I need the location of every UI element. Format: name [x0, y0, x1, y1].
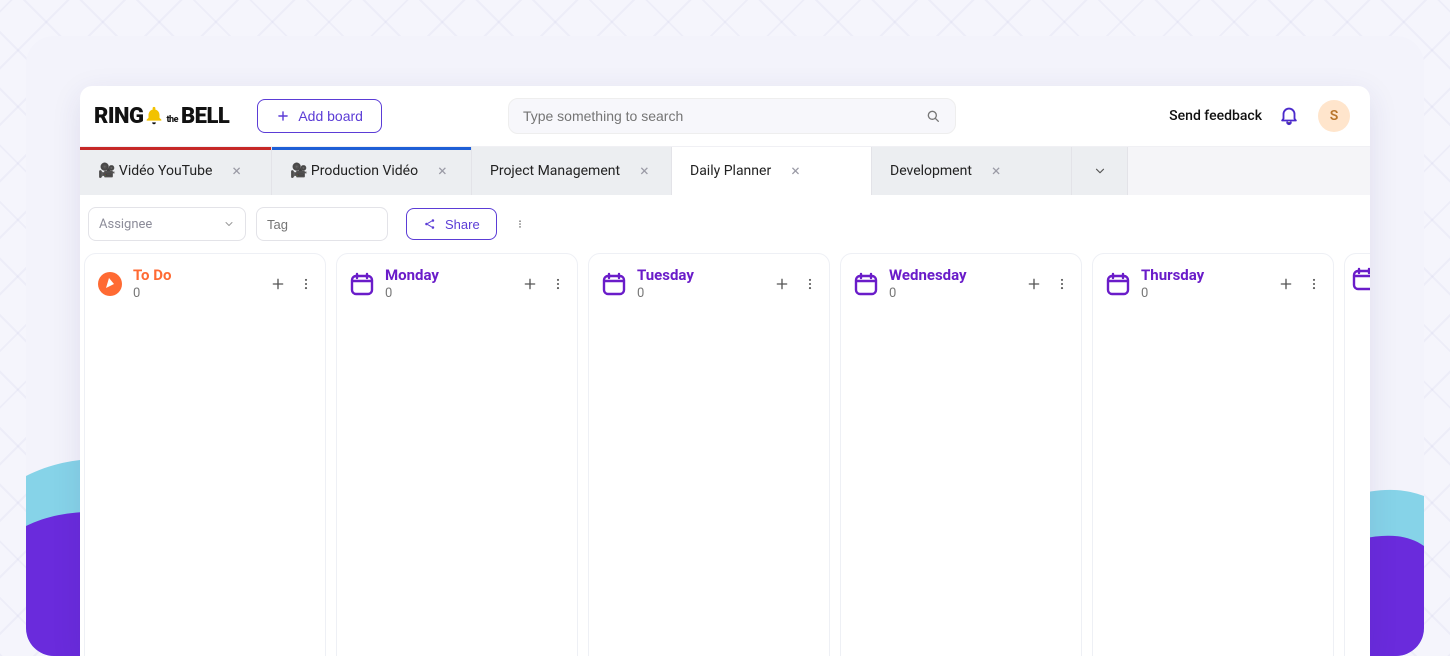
- calendar-icon: [349, 271, 375, 297]
- column-title: Monday: [385, 266, 511, 284]
- logo-text-pre: RING: [94, 104, 143, 129]
- tab-close-icon[interactable]: ×: [438, 163, 447, 179]
- send-feedback-link[interactable]: Send feedback: [1169, 108, 1262, 124]
- column-title: To Do: [133, 266, 259, 284]
- column-more-button[interactable]: [801, 275, 819, 293]
- tab-daily-planner[interactable]: Daily Planner ×: [672, 147, 872, 195]
- assignee-placeholder: Assignee: [99, 217, 152, 232]
- todo-icon: [97, 271, 123, 297]
- tab-development[interactable]: Development ×: [872, 147, 1072, 195]
- column-count: 0: [1141, 286, 1267, 301]
- notifications-button[interactable]: [1278, 104, 1302, 128]
- search-input-wrap[interactable]: [508, 98, 956, 134]
- column-add-button[interactable]: [269, 275, 287, 293]
- tag-input[interactable]: [256, 207, 388, 241]
- app-window: RING the BELL Add board Send feedback S: [80, 86, 1370, 656]
- column-header: To Do 0: [85, 254, 325, 311]
- column-header: Tuesday 0: [589, 254, 829, 311]
- search-input[interactable]: [523, 108, 925, 124]
- kanban-board: To Do 0 Monday 0: [80, 253, 1370, 656]
- column-more-button[interactable]: [1305, 275, 1323, 293]
- header: RING the BELL Add board Send feedback S: [80, 86, 1370, 147]
- logo-text-post: BELL: [181, 104, 229, 129]
- tabs-bar: 🎥 Vidéo YouTube × 🎥 Production Vidéo × P…: [80, 147, 1370, 195]
- column-add-button[interactable]: [1025, 275, 1043, 293]
- column-count: 0: [637, 286, 763, 301]
- calendar-icon: [1105, 271, 1131, 297]
- column-header: Monday 0: [337, 254, 577, 311]
- tab-close-icon[interactable]: ×: [640, 163, 649, 179]
- column-more-button[interactable]: [1053, 275, 1071, 293]
- column-count: 0: [889, 286, 1015, 301]
- column-add-button[interactable]: [773, 275, 791, 293]
- column-title: Thursday: [1141, 266, 1267, 284]
- avatar-initial: S: [1330, 108, 1339, 124]
- add-board-label: Add board: [298, 108, 363, 124]
- assignee-select[interactable]: Assignee: [88, 207, 246, 241]
- tab-label: Project Management: [490, 163, 620, 179]
- calendar-icon: [1351, 266, 1370, 292]
- tabs-overflow-button[interactable]: [1072, 147, 1128, 195]
- column-more-button[interactable]: [549, 275, 567, 293]
- logo: RING the BELL: [94, 104, 229, 129]
- tab-video-youtube[interactable]: 🎥 Vidéo YouTube ×: [80, 147, 272, 195]
- logo-text-mid: the: [166, 115, 178, 125]
- tab-close-icon[interactable]: ×: [791, 163, 800, 179]
- calendar-icon: [853, 271, 879, 297]
- column-monday: Monday 0: [336, 253, 578, 656]
- tab-label: Development: [890, 163, 972, 179]
- tab-label: 🎥 Production Vidéo: [290, 163, 418, 179]
- column-add-button[interactable]: [1277, 275, 1295, 293]
- share-label: Share: [445, 217, 480, 232]
- column-todo: To Do 0: [84, 253, 326, 656]
- avatar[interactable]: S: [1318, 100, 1350, 132]
- column-title: Tuesday: [637, 266, 763, 284]
- column-thursday: Thursday 0: [1092, 253, 1334, 656]
- plus-icon: [276, 109, 290, 123]
- column-header: [1345, 254, 1370, 304]
- tab-close-icon[interactable]: ×: [992, 163, 1001, 179]
- tab-label: Daily Planner: [690, 163, 771, 179]
- column-header: Wednesday 0: [841, 254, 1081, 311]
- column-wednesday: Wednesday 0: [840, 253, 1082, 656]
- share-icon: [423, 217, 437, 231]
- calendar-icon: [601, 271, 627, 297]
- column-count: 0: [385, 286, 511, 301]
- bell-logo-icon: [143, 105, 165, 127]
- search-icon: [925, 108, 941, 124]
- column-next-peek[interactable]: [1344, 253, 1370, 656]
- tab-label: 🎥 Vidéo YouTube: [98, 163, 212, 179]
- column-tuesday: Tuesday 0: [588, 253, 830, 656]
- toolbar: Assignee Share: [80, 195, 1370, 253]
- column-more-button[interactable]: [297, 275, 315, 293]
- column-count: 0: [133, 286, 259, 301]
- column-add-button[interactable]: [521, 275, 539, 293]
- column-header: Thursday 0: [1093, 254, 1333, 311]
- toolbar-more-button[interactable]: [511, 215, 529, 233]
- tab-production-video[interactable]: 🎥 Production Vidéo ×: [272, 147, 472, 195]
- chevron-down-icon: [223, 218, 235, 230]
- tab-close-icon[interactable]: ×: [232, 163, 241, 179]
- column-title: Wednesday: [889, 266, 1015, 284]
- share-button[interactable]: Share: [406, 208, 497, 240]
- tab-project-management[interactable]: Project Management ×: [472, 147, 672, 195]
- add-board-button[interactable]: Add board: [257, 99, 382, 133]
